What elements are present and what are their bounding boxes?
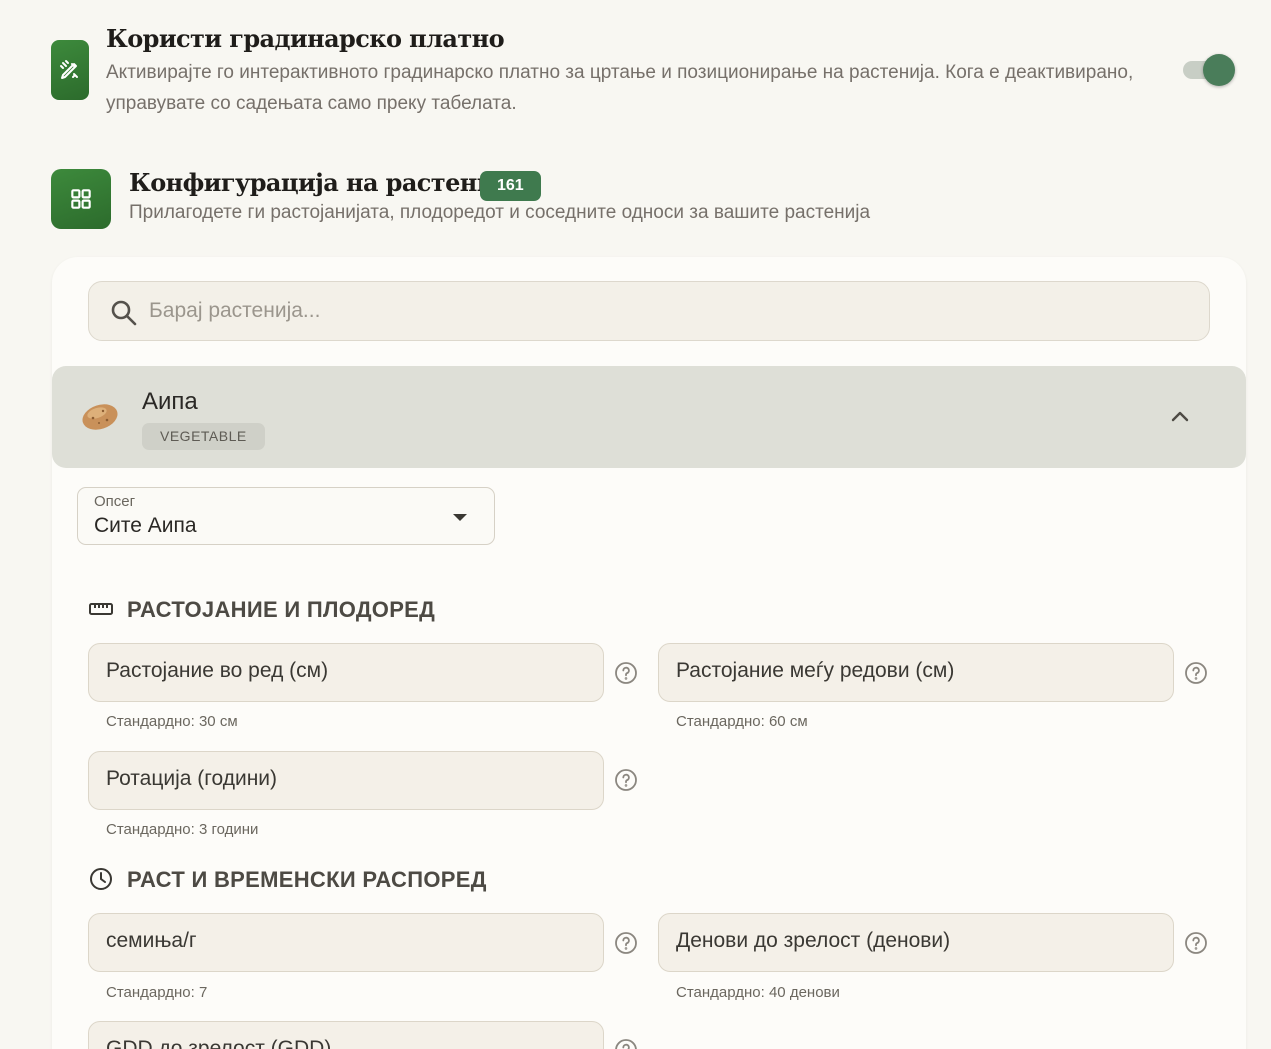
canvas-toggle[interactable] bbox=[1181, 54, 1235, 86]
toggle-knob[interactable] bbox=[1203, 54, 1235, 86]
rotation-label: Ротација (години) bbox=[106, 767, 278, 790]
plant-config-title: Конфигурација на растенија bbox=[129, 168, 518, 197]
plant-config-header: Конфигурација на растенија 161 Прилагоде… bbox=[51, 168, 1051, 230]
seeds-per-gram-field[interactable]: семиња/г bbox=[88, 913, 604, 972]
rotation-field[interactable]: Ротација (години) bbox=[88, 751, 604, 810]
row-spacing-hint: Стандардно: 60 см bbox=[676, 713, 808, 730]
variety-select-value: Сите Аипа bbox=[94, 514, 197, 537]
canvas-setting-row: Користи градинарско платно Активирајте г… bbox=[51, 22, 1241, 122]
rotation-hint: Стандардно: 3 години bbox=[106, 821, 259, 838]
row-spacing-field[interactable]: Растојание меѓу редови (см) bbox=[658, 643, 1174, 702]
canvas-setting-description: Активирајте го интерактивното градинарск… bbox=[106, 62, 1134, 114]
plant-name: Аипа bbox=[142, 388, 198, 415]
gdd-to-maturity-label: GDD до зрелост (GDD) bbox=[106, 1037, 332, 1049]
days-to-maturity-label: Денови до зрелост (денови) bbox=[676, 929, 951, 952]
variety-select-label: Опсег bbox=[94, 493, 136, 510]
help-icon[interactable] bbox=[1184, 661, 1208, 685]
gdd-to-maturity-field[interactable]: GDD до зрелост (GDD) bbox=[88, 1021, 604, 1049]
in-row-spacing-field[interactable]: Растојание во ред (см) bbox=[88, 643, 604, 702]
growth-group-label: РАСТ И ВРЕМЕНСКИ РАСПОРЕД bbox=[127, 867, 487, 892]
search-box[interactable] bbox=[88, 281, 1210, 341]
variety-select[interactable]: Опсег Сите Аипа bbox=[77, 487, 495, 545]
spacing-group-label: РАСТОЈАНИЕ И ПЛОДОРЕД bbox=[127, 597, 436, 622]
plant-count-badge: 161 bbox=[480, 171, 541, 201]
seeds-per-gram-hint: Стандардно: 7 bbox=[106, 984, 208, 1001]
help-icon[interactable] bbox=[614, 1038, 638, 1049]
days-to-maturity-hint: Стандардно: 40 денови bbox=[676, 984, 840, 1001]
potato-icon bbox=[82, 404, 118, 430]
grid-icon bbox=[51, 169, 111, 229]
ruler-icon bbox=[89, 603, 113, 615]
help-icon[interactable] bbox=[1184, 931, 1208, 955]
dropdown-arrow-icon bbox=[453, 514, 467, 521]
seeds-per-gram-label: семиња/г bbox=[106, 929, 197, 952]
search-icon bbox=[111, 300, 137, 326]
in-row-spacing-hint: Стандардно: 30 см bbox=[106, 713, 238, 730]
row-spacing-label: Растојание меѓу редови (см) bbox=[676, 659, 955, 682]
canvas-setting-title: Користи градинарско платно bbox=[106, 24, 505, 53]
plant-config-card: Аипа VEGETABLE Опсег Сите Аипа РАСТОЈАНИ… bbox=[52, 257, 1246, 1049]
search-input[interactable] bbox=[149, 282, 1189, 340]
plant-category-badge: VEGETABLE bbox=[142, 423, 265, 450]
plant-row-header[interactable]: Аипа VEGETABLE bbox=[52, 366, 1246, 468]
in-row-spacing-label: Растојание во ред (см) bbox=[106, 659, 329, 682]
clock-icon bbox=[90, 868, 112, 890]
help-icon[interactable] bbox=[614, 768, 638, 792]
pencil-ruler-icon bbox=[51, 40, 89, 100]
plant-config-description: Прилагодете ги растојанијата, плодоредот… bbox=[129, 202, 871, 223]
help-icon[interactable] bbox=[614, 661, 638, 685]
help-icon[interactable] bbox=[614, 931, 638, 955]
chevron-up-icon[interactable] bbox=[1166, 404, 1194, 428]
days-to-maturity-field[interactable]: Денови до зрелост (денови) bbox=[658, 913, 1174, 972]
